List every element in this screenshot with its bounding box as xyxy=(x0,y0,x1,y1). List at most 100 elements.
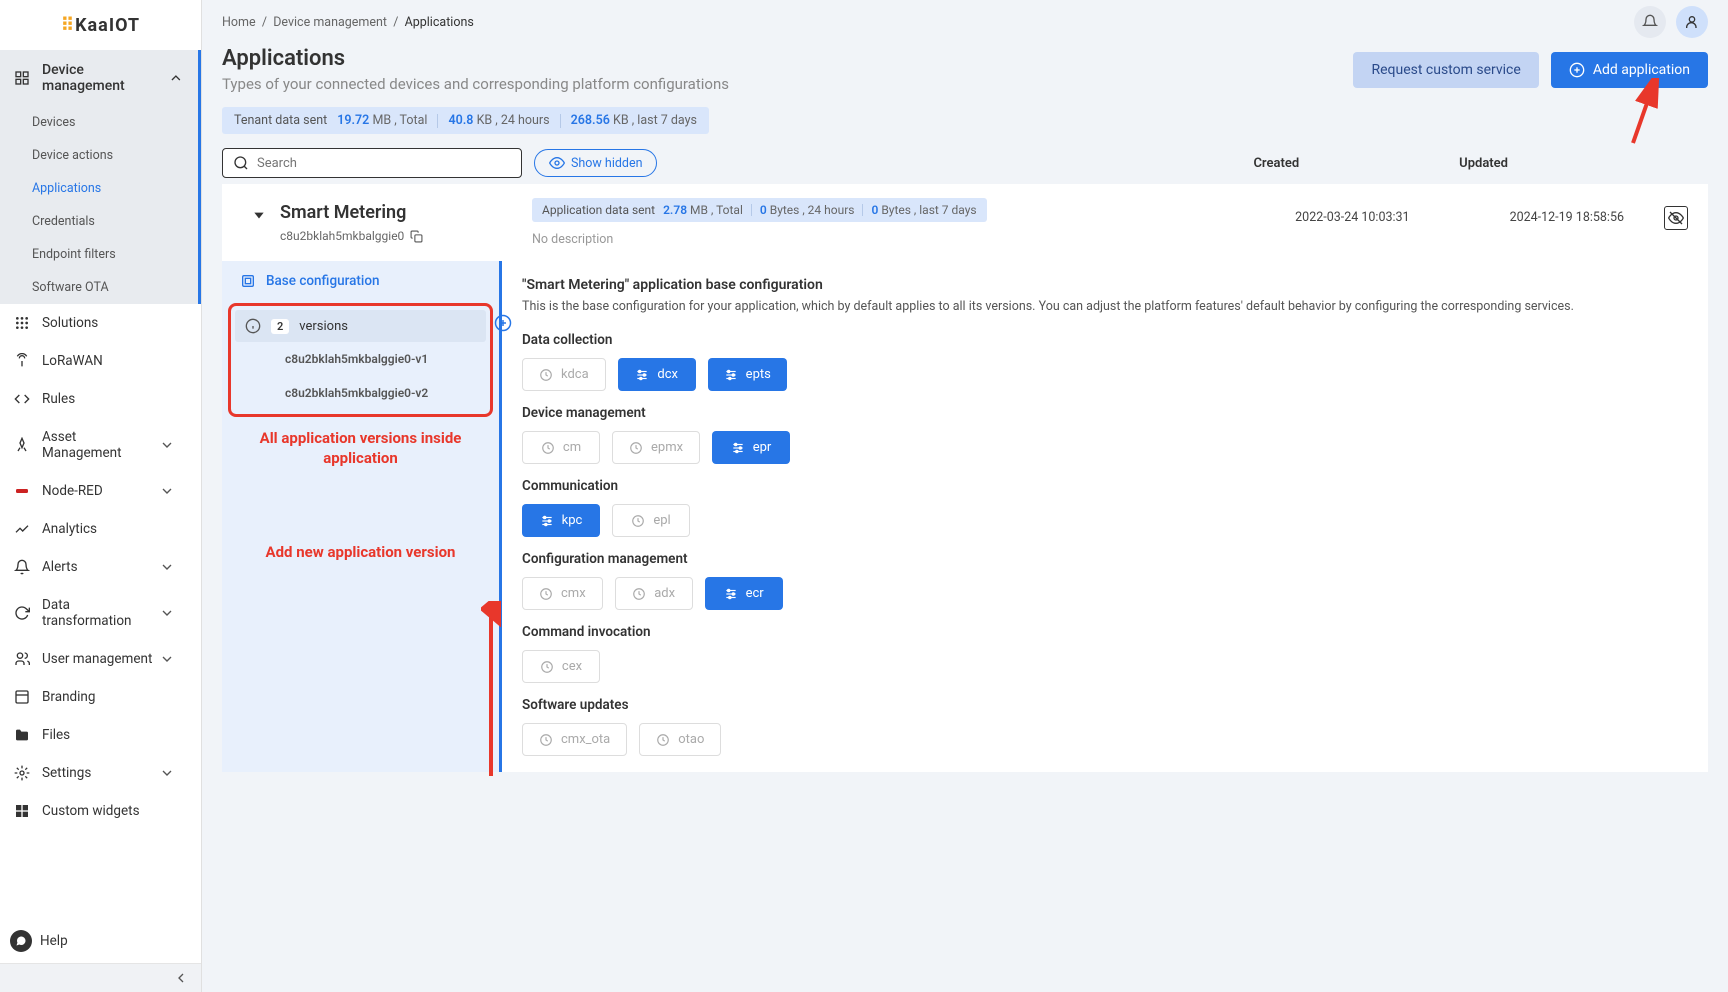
application-row[interactable]: Smart Metering c8u2bklah5mkbalggie0 Appl… xyxy=(222,184,1708,261)
profile-button[interactable] xyxy=(1676,6,1708,38)
sidebar-sub-applications[interactable]: Applications xyxy=(0,172,198,205)
config-title: "Smart Metering" application base config… xyxy=(522,277,1688,293)
caret-down-icon[interactable] xyxy=(252,208,266,222)
application-dates: 2022-03-24 10:03:31 2024-12-19 18:58:56 xyxy=(1295,192,1664,253)
chevron-left-icon xyxy=(173,970,189,986)
add-version-button[interactable] xyxy=(494,314,512,336)
application-id: c8u2bklah5mkbalggie0 xyxy=(280,229,423,243)
service-chip-kpc[interactable]: kpc xyxy=(522,504,600,537)
section-label: Configuration management xyxy=(522,551,1688,567)
versions-panel: Base configuration 2 versions c8u2bklah5… xyxy=(222,261,502,772)
sidebar-sub-ota[interactable]: Software OTA xyxy=(0,271,198,304)
sidebar-sub-filters[interactable]: Endpoint filters xyxy=(0,238,198,271)
chip-row: cmx_ota otao xyxy=(522,723,1688,756)
antenna-icon xyxy=(14,353,30,369)
search-icon xyxy=(233,155,249,171)
no-description: No description xyxy=(532,232,1295,247)
search-input-wrapper[interactable] xyxy=(222,148,522,178)
code-icon xyxy=(14,391,30,407)
rocket-icon xyxy=(14,437,30,453)
configuration-panel: "Smart Metering" application base config… xyxy=(502,261,1708,772)
grid-icon xyxy=(240,273,256,289)
chevron-down-icon xyxy=(159,605,175,621)
sidebar-item-usermgmt[interactable]: User management xyxy=(0,640,201,678)
sidebar: ⠿KaaIOT Device management Devices Device… xyxy=(0,0,202,992)
sidebar-item-nodered[interactable]: Node-RED xyxy=(0,472,201,510)
annotation-arrow xyxy=(1618,78,1668,148)
logo: ⠿KaaIOT xyxy=(0,0,201,50)
sidebar-item-analytics[interactable]: Analytics xyxy=(0,510,201,548)
service-chip-epmx[interactable]: epmx xyxy=(612,431,700,464)
chart-icon xyxy=(14,521,30,537)
sidebar-item-asset[interactable]: Asset Management xyxy=(0,418,201,472)
versions-annotation-box: 2 versions c8u2bklah5mkbalggie0-v1 c8u2b… xyxy=(228,303,493,417)
app-data-bar: Application data sent 2.78 MB , Total 0 … xyxy=(532,198,987,222)
sidebar-collapse[interactable] xyxy=(0,963,201,992)
section-label: Communication xyxy=(522,478,1688,494)
chip-row: cex xyxy=(522,650,1688,683)
search-input[interactable] xyxy=(257,156,511,171)
sidebar-label: Device management xyxy=(42,62,168,94)
grid-icon xyxy=(14,70,30,86)
user-icon xyxy=(1684,14,1700,30)
info-icon xyxy=(245,318,261,334)
notifications-button[interactable] xyxy=(1634,6,1666,38)
visibility-toggle[interactable] xyxy=(1664,206,1688,230)
chip-row: cmxadxecr xyxy=(522,577,1688,610)
chevron-down-icon xyxy=(159,651,175,667)
show-hidden-toggle[interactable]: Show hidden xyxy=(534,149,657,177)
version-item[interactable]: c8u2bklah5mkbalggie0-v1 xyxy=(235,342,486,376)
service-chip-epts[interactable]: epts xyxy=(708,358,787,391)
service-chip-cmx[interactable]: cmx xyxy=(522,577,603,610)
service-chip-otao[interactable]: otao xyxy=(639,723,721,756)
gear-icon xyxy=(14,765,30,781)
service-chip-adx[interactable]: adx xyxy=(615,577,693,610)
request-custom-button[interactable]: Request custom service xyxy=(1353,52,1538,88)
copy-icon[interactable] xyxy=(410,230,423,243)
breadcrumb-home[interactable]: Home xyxy=(222,15,256,30)
sidebar-sub-credentials[interactable]: Credentials xyxy=(0,205,198,238)
chip-row: kpcepl xyxy=(522,504,1688,537)
chevron-up-icon xyxy=(168,70,184,86)
page-subtitle: Types of your connected devices and corr… xyxy=(222,75,729,93)
refresh-icon xyxy=(14,605,30,621)
sidebar-item-widgets[interactable]: Custom widgets xyxy=(0,792,201,830)
service-chip-ecr[interactable]: ecr xyxy=(705,577,783,610)
section-label: Command invocation xyxy=(522,624,1688,640)
breadcrumb: Home / Device management / Applications xyxy=(222,15,474,30)
service-chip-cex[interactable]: cex xyxy=(522,650,600,683)
sidebar-item-rules[interactable]: Rules xyxy=(0,380,201,418)
sidebar-sub-actions[interactable]: Device actions xyxy=(0,139,198,172)
sidebar-item-solutions[interactable]: Solutions xyxy=(0,304,201,342)
sidebar-item-device-management[interactable]: Device management xyxy=(0,50,198,106)
chevron-down-icon xyxy=(159,559,175,575)
service-chip-cm[interactable]: cm xyxy=(522,431,600,464)
sidebar-item-help[interactable]: Help xyxy=(0,919,201,963)
sidebar-item-files[interactable]: Files xyxy=(0,716,201,754)
sidebar-item-settings[interactable]: Settings xyxy=(0,754,201,792)
main-content: Home / Device management / Applications … xyxy=(202,0,1728,992)
breadcrumb-current: Applications xyxy=(405,15,474,30)
layout-icon xyxy=(14,689,30,705)
bell-icon xyxy=(14,559,30,575)
service-chip-epl[interactable]: epl xyxy=(612,504,690,537)
tenant-data-bar: Tenant data sent 19.72 MB , Total 40.8 K… xyxy=(222,107,709,134)
config-description: This is the base configuration for your … xyxy=(522,299,1688,314)
chip-row: cmepmxepr xyxy=(522,431,1688,464)
version-item[interactable]: c8u2bklah5mkbalggie0-v2 xyxy=(235,376,486,410)
service-chip-epr[interactable]: epr xyxy=(712,431,790,464)
sidebar-item-branding[interactable]: Branding xyxy=(0,678,201,716)
sidebar-item-datatrans[interactable]: Data transformation xyxy=(0,586,201,640)
service-chip-kdca[interactable]: kdca xyxy=(522,358,606,391)
section-label: Device management xyxy=(522,405,1688,421)
sidebar-item-lorawan[interactable]: LoRaWAN xyxy=(0,342,201,380)
versions-row[interactable]: 2 versions xyxy=(235,310,486,342)
sidebar-sub-devices[interactable]: Devices xyxy=(0,106,198,139)
sidebar-item-alerts[interactable]: Alerts xyxy=(0,548,201,586)
plus-circle-icon xyxy=(494,314,512,332)
base-configuration-item[interactable]: Base configuration xyxy=(222,261,499,301)
breadcrumb-dm[interactable]: Device management xyxy=(273,15,387,30)
service-chip-dcx[interactable]: dcx xyxy=(618,358,696,391)
service-chip-cmx_ota[interactable]: cmx_ota xyxy=(522,723,627,756)
application-name: Smart Metering xyxy=(280,202,423,223)
